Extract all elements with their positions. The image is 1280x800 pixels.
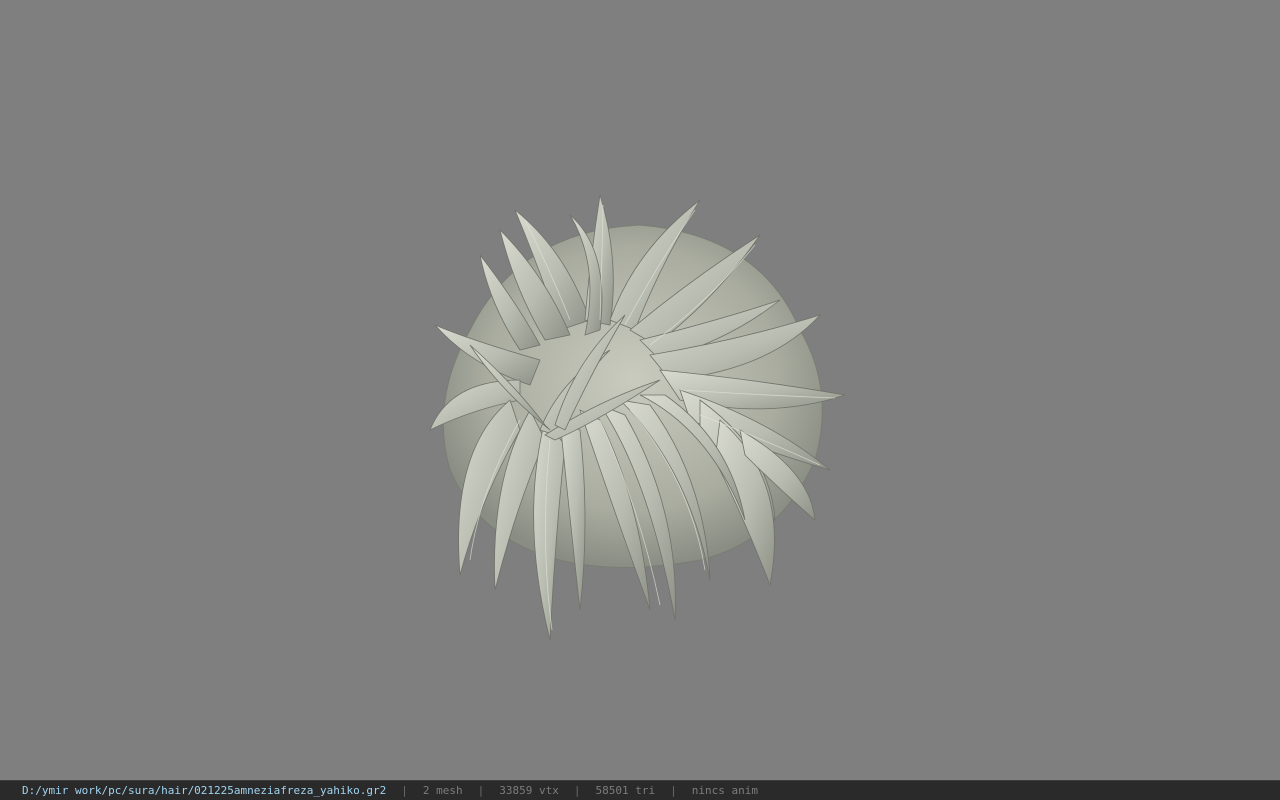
3d-viewport[interactable] — [0, 0, 1280, 780]
triangle-count-label: 58501 tri — [595, 784, 656, 797]
status-separator: | — [670, 784, 677, 797]
status-bar: D:/ymir work/pc/sura/hair/021225amneziaf… — [0, 780, 1280, 800]
animation-status-label: nincs anim — [691, 784, 758, 797]
file-path-label: D:/ymir work/pc/sura/hair/021225amneziaf… — [22, 784, 387, 797]
status-separator: | — [401, 784, 408, 797]
mesh-count-label: 2 mesh — [422, 784, 463, 797]
hair-model-render — [429, 194, 846, 641]
vertex-count-label: 33859 vtx — [499, 784, 559, 797]
status-separator: | — [573, 784, 581, 797]
status-separator: | — [477, 784, 485, 797]
